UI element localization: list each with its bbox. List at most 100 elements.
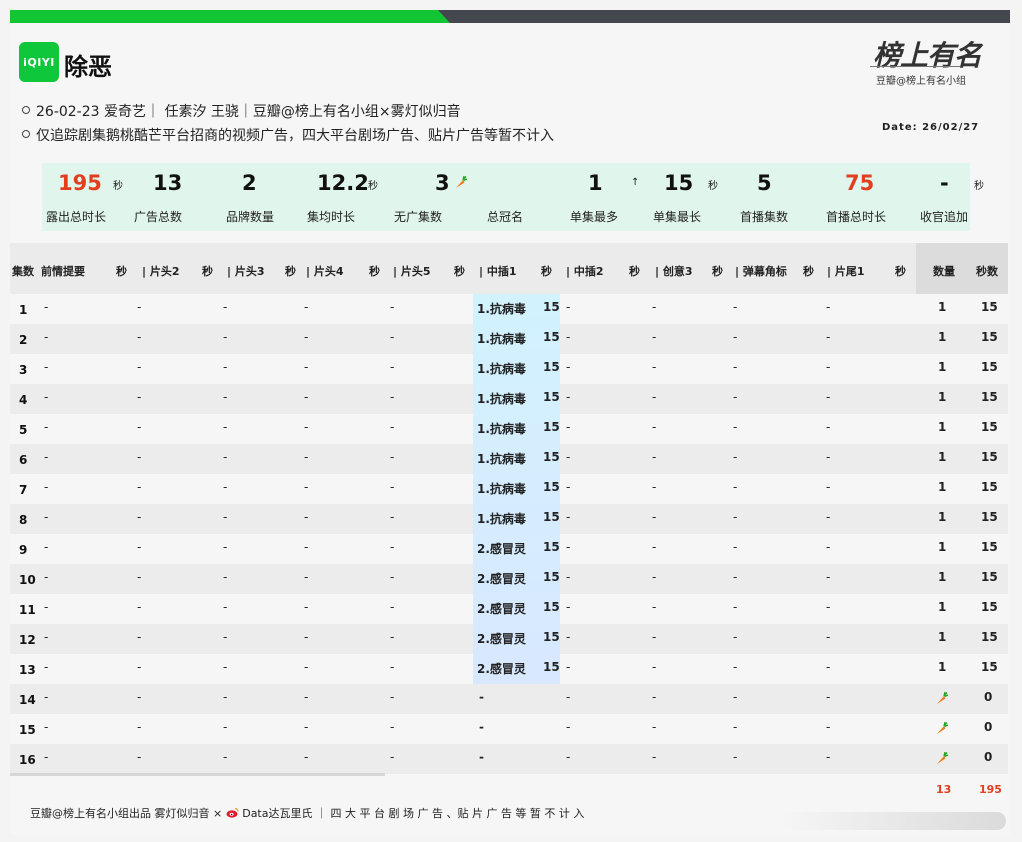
- empty-cell: -: [652, 690, 657, 704]
- empty-cell: -: [733, 450, 738, 464]
- empty-cell: -: [304, 690, 309, 704]
- empty-cell: -: [44, 630, 49, 644]
- empty-cell: -: [566, 360, 571, 374]
- stat-label: 首播集数: [740, 210, 789, 224]
- column-header: | 中插1: [479, 265, 517, 278]
- top-progress-bar: [10, 10, 1010, 23]
- stat-value: 13: [153, 171, 183, 195]
- empty-cell: -: [223, 360, 228, 374]
- seconds-total-cell: 15: [981, 600, 998, 614]
- empty-cell: -: [652, 720, 657, 734]
- totals-divider: [10, 773, 385, 776]
- empty-cell: -: [137, 750, 142, 764]
- empty-cell: -: [44, 360, 49, 374]
- seconds-total-cell: 15: [981, 420, 998, 434]
- empty-cell: -: [390, 390, 395, 404]
- episode-number: 7: [19, 483, 28, 497]
- empty-cell: -: [652, 450, 657, 464]
- empty-cell: -: [304, 450, 309, 464]
- ad-count-cell: 1: [938, 510, 947, 524]
- ad-brand-cell: 1.抗病毒: [477, 302, 526, 316]
- ad-seconds-cell: 15: [543, 480, 560, 494]
- empty-cell: -: [44, 510, 49, 524]
- empty-cell: -: [390, 720, 395, 734]
- empty-cell: -: [390, 630, 395, 644]
- empty-cell: -: [44, 300, 49, 314]
- empty-cell: -: [223, 720, 228, 734]
- episode-number: 12: [19, 633, 36, 647]
- episode-number: 11: [19, 603, 36, 617]
- empty-cell: -: [826, 660, 831, 674]
- empty-cell: -: [390, 300, 395, 314]
- empty-cell: -: [566, 450, 571, 464]
- empty-cell: -: [566, 420, 571, 434]
- seconds-total-cell: 15: [981, 510, 998, 524]
- empty-cell: -: [733, 510, 738, 524]
- stat-unit: 秒: [368, 181, 378, 192]
- empty-cell: -: [44, 720, 49, 734]
- empty-cell: -: [826, 540, 831, 554]
- column-header: 秒: [895, 265, 906, 278]
- episode-number: 15: [19, 723, 36, 737]
- column-header: 秒: [116, 265, 127, 278]
- empty-cell: -: [304, 660, 309, 674]
- empty-cell: -: [44, 600, 49, 614]
- empty-cell: -: [304, 360, 309, 374]
- empty-cell: -: [826, 480, 831, 494]
- seconds-total-cell: 15: [981, 300, 998, 314]
- carrot-icon: [456, 175, 468, 188]
- empty-cell: -: [304, 630, 309, 644]
- empty-cell: -: [223, 570, 228, 584]
- ad-brand-cell: -: [479, 750, 484, 764]
- ad-brand-cell: 2.感冒灵: [477, 572, 526, 586]
- column-header: 秒: [285, 265, 296, 278]
- ad-brand-cell: 1.抗病毒: [477, 362, 526, 376]
- empty-cell: -: [304, 510, 309, 524]
- seconds-total-cell: 15: [981, 570, 998, 584]
- episode-number: 14: [19, 693, 36, 707]
- ad-brand-cell: 1.抗病毒: [477, 482, 526, 496]
- empty-cell: -: [304, 540, 309, 554]
- show-title: 除恶: [64, 53, 112, 81]
- empty-cell: -: [137, 480, 142, 494]
- empty-cell: -: [44, 660, 49, 674]
- episode-number: 13: [19, 663, 36, 677]
- empty-cell: -: [733, 660, 738, 674]
- ad-count-cell: 1: [938, 570, 947, 584]
- footer-disclaimer: Data达瓦里氏 ｜ 四 大 平 台 剧 场 广 告 、贴 片 广 告 等 暂 …: [242, 807, 585, 820]
- row-zebra: [10, 744, 1008, 774]
- empty-cell: -: [390, 660, 395, 674]
- seconds-total-cell: 0: [984, 750, 993, 764]
- bullet-icon: [22, 106, 30, 114]
- ad-brand-cell: 2.感冒灵: [477, 602, 526, 616]
- empty-cell: -: [566, 750, 571, 764]
- empty-cell: -: [304, 720, 309, 734]
- column-header: | 弹幕角标: [735, 265, 787, 278]
- empty-cell: -: [566, 510, 571, 524]
- stat-label: 收官追加: [920, 210, 969, 224]
- empty-cell: -: [826, 570, 831, 584]
- empty-cell: -: [652, 330, 657, 344]
- seconds-total-cell: 15: [981, 660, 998, 674]
- weibo-icon: [226, 807, 239, 818]
- empty-cell: -: [390, 510, 395, 524]
- empty-cell: -: [826, 510, 831, 524]
- ad-count-cell: 1: [938, 630, 947, 644]
- empty-cell: -: [390, 420, 395, 434]
- empty-cell: -: [137, 420, 142, 434]
- empty-cell: -: [304, 390, 309, 404]
- seconds-total-cell: 15: [981, 540, 998, 554]
- ad-seconds-cell: 15: [543, 360, 560, 374]
- empty-cell: -: [223, 300, 228, 314]
- stat-label: 总冠名: [487, 210, 524, 224]
- empty-cell: -: [826, 690, 831, 704]
- ad-count-cell: 1: [938, 660, 947, 674]
- empty-cell: -: [566, 480, 571, 494]
- empty-cell: -: [390, 690, 395, 704]
- iqiyi-logo: iQIYI: [19, 42, 59, 82]
- empty-cell: -: [137, 690, 142, 704]
- ad-seconds-cell: 15: [543, 450, 560, 464]
- column-header: 秒: [454, 265, 465, 278]
- empty-cell: -: [733, 750, 738, 764]
- ad-seconds-cell: 15: [543, 420, 560, 434]
